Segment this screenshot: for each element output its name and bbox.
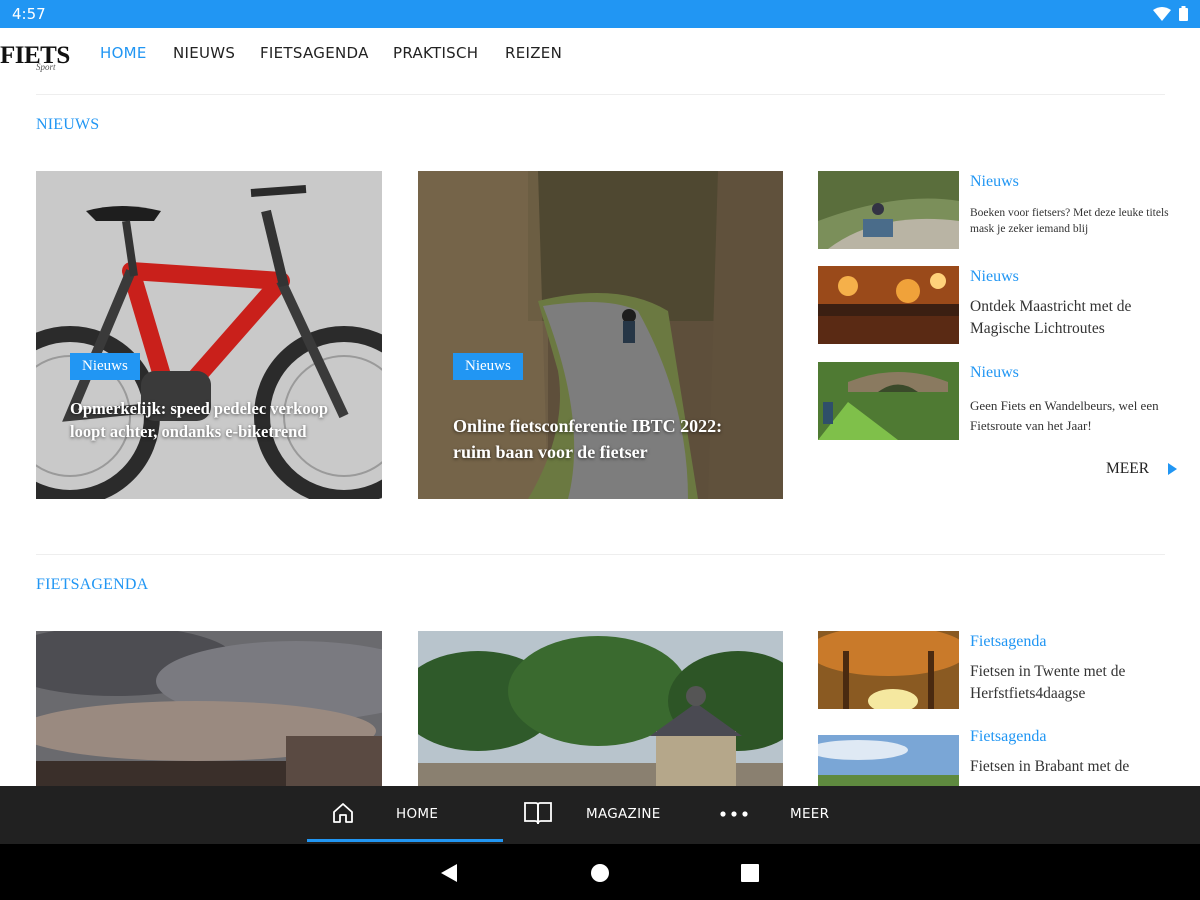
section-title-fietsagenda: FIETSAGENDA <box>36 576 149 593</box>
chevron-right-icon[interactable] <box>1168 463 1177 475</box>
wifi-icon <box>1153 6 1171 21</box>
side-article[interactable]: Nieuws Boeken voor fietsers? Met deze le… <box>818 171 1188 249</box>
agenda-featured-1[interactable] <box>36 631 382 786</box>
side-article-title: Fietsen in Twente met de Herfstfiets4daa… <box>970 663 1126 702</box>
tab-home[interactable]: HOME <box>307 786 503 844</box>
nav-reizen[interactable]: REIZEN <box>505 44 562 62</box>
section-title-nieuws: NIEUWS <box>36 116 100 133</box>
recents-icon[interactable] <box>741 864 759 882</box>
tab-home-label: HOME <box>396 806 439 822</box>
home-icon <box>333 803 353 823</box>
ebike-image <box>36 171 382 499</box>
brand-logo[interactable]: FIETS <box>0 42 70 70</box>
bottom-tab-bar: HOME MAGAZINE MEER <box>0 786 1200 844</box>
article-thumbnail <box>818 362 959 440</box>
side-article[interactable]: Nieuws Geen Fiets en Wandelbeurs, wel ee… <box>818 362 1188 440</box>
status-bar: 4:57 <box>0 0 1200 28</box>
top-navigation: FIETS Sport HOME NIEUWS FIETSAGENDA PRAK… <box>0 28 1200 80</box>
side-article-title: Ontdek Maastricht met de Magische Lichtr… <box>970 298 1132 337</box>
home-circle-icon[interactable] <box>590 863 610 883</box>
back-icon[interactable] <box>440 863 458 883</box>
side-article-title: Geen Fiets en Wandelbeurs, wel een Fiets… <box>970 398 1159 433</box>
divider <box>36 554 1165 555</box>
tab-meer[interactable]: MEER <box>699 786 895 844</box>
tab-magazine-label: MAGAZINE <box>586 806 661 822</box>
side-article-category: Nieuws <box>970 173 1019 190</box>
featured-title: Online fietsconferentie IBTC 2022: ruim … <box>453 416 723 462</box>
featured-article-2[interactable]: Nieuws Online fietsconferentie IBTC 2022… <box>418 171 783 499</box>
side-article-category: Fietsagenda <box>970 633 1047 650</box>
featured-tag: Nieuws <box>453 353 523 380</box>
more-button[interactable]: MEER <box>1106 460 1149 478</box>
more-dots-icon <box>720 811 748 817</box>
tab-meer-label: MEER <box>790 806 830 822</box>
status-time: 4:57 <box>12 5 46 23</box>
tab-magazine[interactable]: MAGAZINE <box>503 786 699 844</box>
side-article-category: Fietsagenda <box>970 728 1047 745</box>
side-agenda-item[interactable]: Fietsagenda Fietsen in Twente met de Her… <box>818 631 1188 709</box>
featured-title: Opmerkelijk: speed pedelec verkoop loopt… <box>70 399 329 441</box>
status-icons <box>1153 6 1188 21</box>
featured-tag: Nieuws <box>70 353 140 380</box>
system-navigation-bar <box>0 844 1200 900</box>
nav-home[interactable]: HOME <box>100 44 147 62</box>
book-icon <box>524 802 552 825</box>
side-article[interactable]: Nieuws Ontdek Maastricht met de Magische… <box>818 266 1188 344</box>
article-thumbnail <box>818 266 959 344</box>
side-article-category: Nieuws <box>970 268 1019 285</box>
agenda-featured-2[interactable] <box>418 631 783 786</box>
divider <box>36 94 1165 95</box>
side-article-title: Fietsen in Brabant met de <box>970 758 1130 775</box>
brand-logo-sub: Sport <box>36 62 56 72</box>
article-thumbnail <box>818 171 959 249</box>
article-thumbnail <box>818 631 959 709</box>
side-article-title: Boeken voor fietsers? Met deze leuke tit… <box>970 207 1169 235</box>
battery-icon <box>1179 6 1188 21</box>
cloudy-town-image <box>36 631 382 786</box>
nav-fietsagenda[interactable]: FIETSAGENDA <box>260 44 369 62</box>
nav-praktisch[interactable]: PRAKTISCH <box>393 44 478 62</box>
castle-trees-image <box>418 631 783 786</box>
side-article-category: Nieuws <box>970 364 1019 381</box>
nav-nieuws[interactable]: NIEUWS <box>173 44 235 62</box>
active-tab-indicator <box>307 839 503 842</box>
featured-article-1[interactable]: Nieuws Opmerkelijk: speed pedelec verkoo… <box>36 171 382 499</box>
